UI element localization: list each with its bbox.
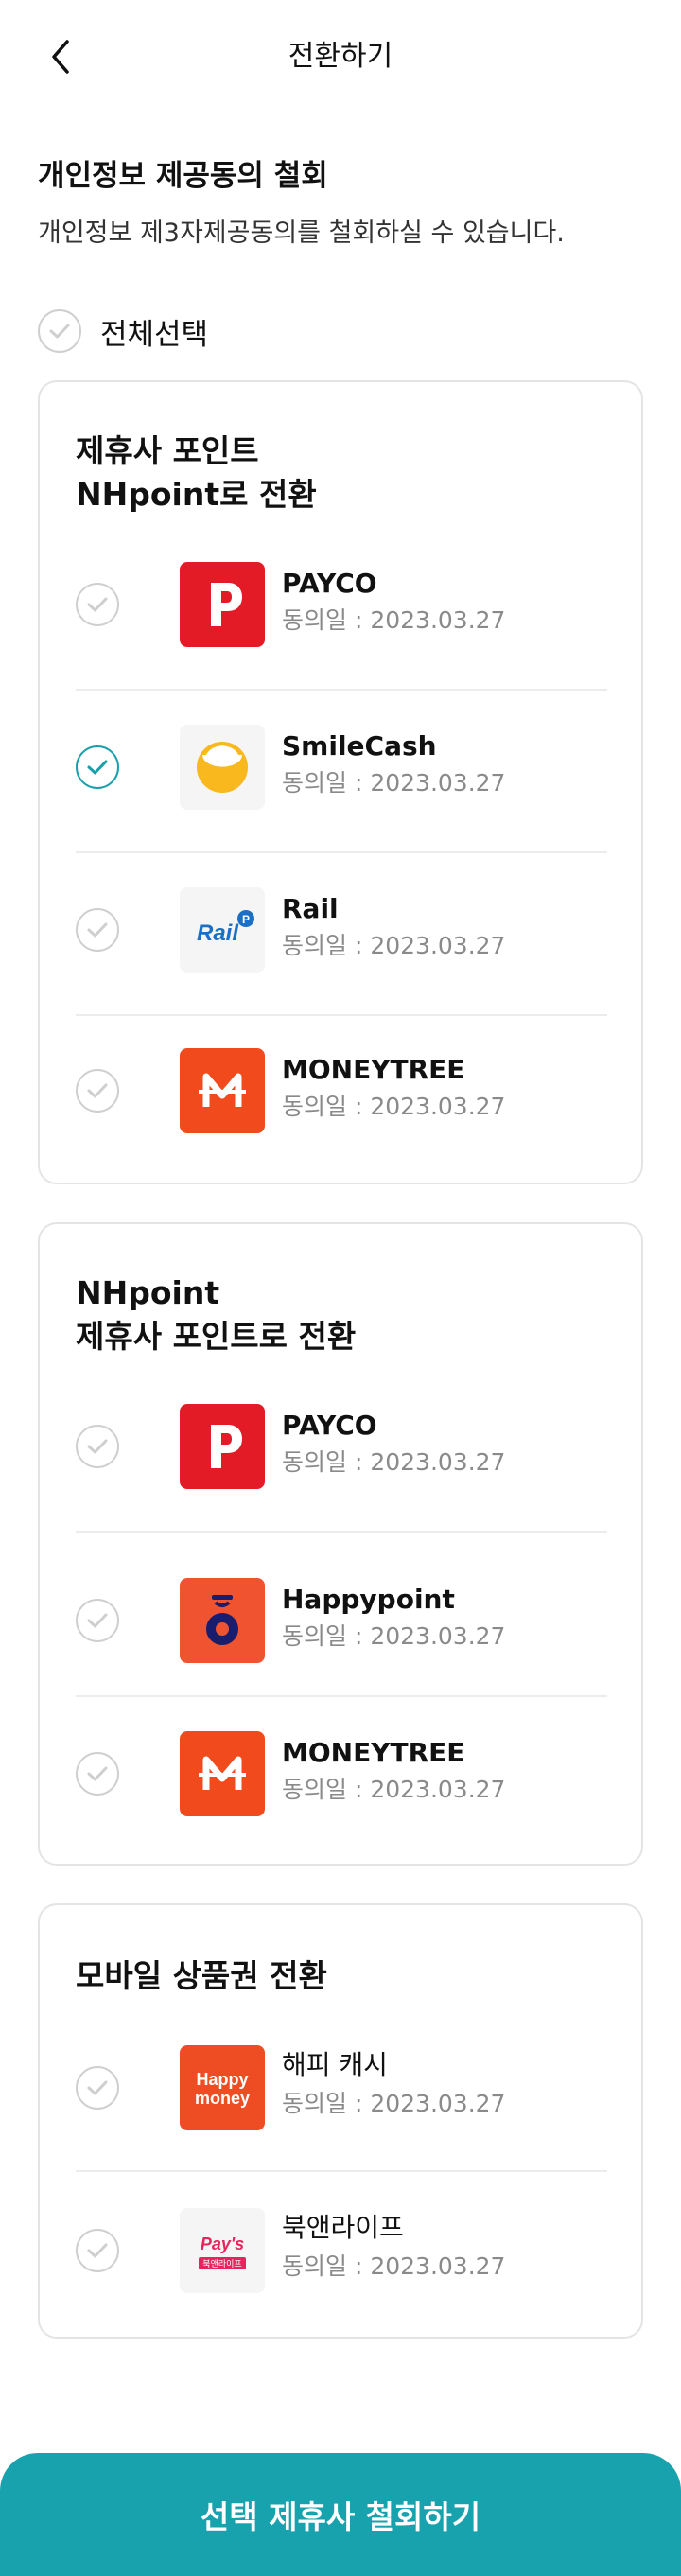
- consent-date: 동의일 : 2023.03.27: [282, 606, 506, 634]
- app-header: 전환하기: [0, 0, 681, 114]
- consent-date: 동의일 : 2023.03.27: [282, 769, 506, 797]
- card-title: 제휴사 포인트 NHpoint로 전환: [76, 432, 317, 513]
- partner-name: SmileCash: [282, 730, 437, 762]
- partner-row-payco[interactable]: PAYCO 동의일 : 2023.03.27: [76, 1404, 607, 1489]
- section-description: 개인정보 제3자제공동의를 철회하실 수 있습니다.: [38, 219, 565, 248]
- partner-row-rail[interactable]: Rail P Rail 동의일 : 2023.03.27: [76, 887, 607, 973]
- partner-row-happycash[interactable]: Happy money 해피 캐시 동의일 : 2023.03.27: [76, 2045, 607, 2130]
- divider: [76, 851, 607, 853]
- partner-name: PAYCO: [282, 1410, 377, 1441]
- payco-logo-icon: [180, 1404, 265, 1489]
- partner-row-happypoint[interactable]: Happypoint 동의일 : 2023.03.27: [76, 1578, 607, 1663]
- consent-date: 동의일 : 2023.03.27: [282, 1776, 506, 1803]
- partner-name: PAYCO: [282, 568, 377, 599]
- divider: [76, 689, 607, 691]
- payco-logo-icon: [180, 562, 265, 647]
- consent-date: 동의일 : 2023.03.27: [282, 2090, 506, 2117]
- partner-row-booknlife[interactable]: Pay's 북앤라이프 북앤라이프 동의일 : 2023.03.27: [76, 2208, 607, 2293]
- check-circle-icon[interactable]: [76, 1752, 119, 1796]
- happymoney-logo-text: Happy: [196, 2070, 248, 2089]
- partner-name: MONEYTREE: [282, 1737, 465, 1768]
- consent-date: 동의일 : 2023.03.27: [282, 1622, 506, 1650]
- pays-logo-text: Pay's: [201, 2234, 244, 2253]
- booknlife-logo-text: 북앤라이프: [202, 2259, 241, 2269]
- withdraw-selected-button[interactable]: 선택 제휴사 철회하기: [0, 2453, 681, 2576]
- check-circle-icon[interactable]: [76, 583, 119, 626]
- check-circle-checked-icon[interactable]: [76, 745, 119, 789]
- partner-row-smilecash[interactable]: SmileCash 동의일 : 2023.03.27: [76, 725, 607, 810]
- partner-row-moneytree[interactable]: MONEYTREE 동의일 : 2023.03.27: [76, 1731, 607, 1816]
- partner-row-moneytree[interactable]: MONEYTREE 동의일 : 2023.03.27: [76, 1048, 607, 1133]
- page-title: 전환하기: [288, 40, 393, 73]
- card-title: NHpoint 제휴사 포인트로 전환: [76, 1274, 357, 1355]
- check-circle-icon[interactable]: [76, 2229, 119, 2272]
- check-circle-icon: [38, 309, 81, 353]
- divider: [76, 1014, 607, 1016]
- moneytree-logo-icon: [180, 1731, 265, 1816]
- railp-logo-icon: Rail P: [180, 887, 265, 973]
- paysbooknlife-logo-icon: Pay's 북앤라이프: [180, 2208, 265, 2293]
- partner-row-payco[interactable]: PAYCO 동의일 : 2023.03.27: [76, 562, 607, 647]
- check-circle-icon[interactable]: [76, 1425, 119, 1468]
- divider: [76, 1695, 607, 1697]
- card-title: 모바일 상품권 전환: [76, 1957, 327, 1994]
- consent-date: 동의일 : 2023.03.27: [282, 1093, 506, 1120]
- happymoney-logo-text: money: [195, 2089, 250, 2108]
- section-heading: 개인정보 제공동의 철회: [38, 159, 328, 193]
- select-all-checkbox[interactable]: 전체선택: [38, 305, 208, 358]
- moneytree-logo-icon: [180, 1048, 265, 1133]
- partner-name: Happypoint: [282, 1584, 455, 1615]
- happymoney-logo-icon: Happy money: [180, 2045, 265, 2130]
- check-circle-icon[interactable]: [76, 1069, 119, 1113]
- svg-text:P: P: [242, 913, 250, 926]
- check-circle-icon[interactable]: [76, 908, 119, 952]
- smilecash-logo-icon: [180, 725, 265, 810]
- convert-from-nhpoint-card: NHpoint 제휴사 포인트로 전환 PAYCO 동의일 : 2023.03.…: [38, 1222, 643, 1866]
- mobile-giftcard-card: 모바일 상품권 전환 Happy money 해피 캐시 동의일 : 2023.…: [38, 1903, 643, 2339]
- partner-name: 해피 캐시: [282, 2049, 388, 2080]
- partner-name: 북앤라이프: [282, 2212, 404, 2243]
- partner-name: Rail: [282, 893, 339, 924]
- select-all-label: 전체선택: [100, 317, 209, 352]
- check-circle-icon[interactable]: [76, 1599, 119, 1642]
- consent-date: 동의일 : 2023.03.27: [282, 1448, 506, 1476]
- divider: [76, 1531, 607, 1533]
- convert-to-nhpoint-card: 제휴사 포인트 NHpoint로 전환 PAYCO 동의일 : 2023.03.…: [38, 380, 643, 1184]
- rail-logo-text: Rail: [197, 920, 239, 946]
- check-circle-icon[interactable]: [76, 2066, 119, 2110]
- divider: [76, 2170, 607, 2172]
- happypoint-logo-icon: [180, 1578, 265, 1663]
- partner-name: MONEYTREE: [282, 1054, 465, 1085]
- withdraw-button-label: 선택 제휴사 철회하기: [200, 2498, 481, 2535]
- consent-date: 동의일 : 2023.03.27: [282, 932, 506, 959]
- consent-date: 동의일 : 2023.03.27: [282, 2252, 506, 2280]
